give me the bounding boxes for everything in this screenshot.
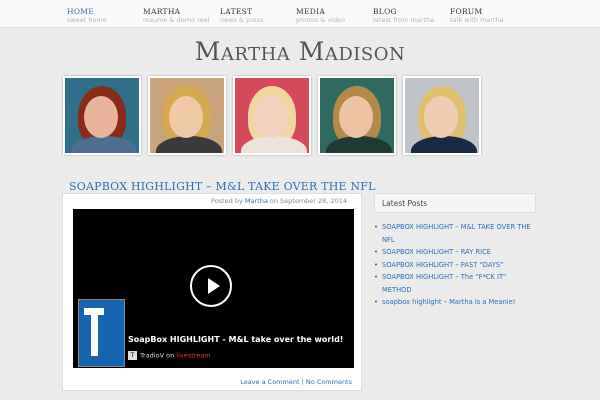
nav-forum-title: FORUM — [450, 7, 483, 16]
headshot-photo-4[interactable] — [318, 76, 396, 155]
photo-shoulders — [241, 136, 307, 153]
latest-post-item[interactable]: SOAPBOX HIGHLIGHT – RAY RICE — [374, 246, 536, 259]
photo-face — [254, 96, 288, 138]
nav-item-media[interactable]: MEDIA photos & video — [296, 7, 345, 24]
post-card: Posted by Martha on September 28, 2014 S… — [62, 193, 362, 391]
photo-face — [169, 96, 203, 138]
nav-home-title: HOME — [67, 7, 95, 16]
video-brand-on: on — [166, 351, 175, 360]
top-navigation: HOME sweet home MARTHA resume & demo ree… — [0, 0, 600, 28]
latest-posts-list: SOAPBOX HIGHLIGHT – M&L TAKE OVER THE NF… — [374, 221, 536, 309]
site-title[interactable]: Martha Madison — [0, 37, 600, 66]
photo-shoulders — [411, 136, 477, 153]
video-title: SoapBox HIGHLIGHT - M&L take over the wo… — [128, 335, 344, 344]
tv-icon: T — [128, 351, 137, 360]
post-title[interactable]: SOAPBOX HIGHLIGHT – M&L TAKE OVER THE NF… — [69, 180, 376, 193]
nav-blog-title: BLOG — [373, 7, 397, 16]
video-brand-name: TradioV — [140, 351, 165, 360]
photo-face — [84, 96, 118, 138]
nav-martha-subtitle: resume & demo reel — [143, 16, 210, 24]
nav-latest-subtitle: news & press — [220, 16, 264, 24]
nav-media-subtitle: photos & video — [296, 16, 346, 24]
photo-shoulders — [156, 136, 222, 153]
livestream-logo: livestream — [176, 351, 211, 360]
post-footer: Leave a Comment | No Comments — [240, 378, 352, 386]
nav-home-subtitle: sweet home — [67, 16, 107, 24]
headshot-photo-1[interactable] — [63, 76, 141, 155]
headshot-photo-5[interactable] — [403, 76, 481, 155]
latest-post-item[interactable]: soapbox highlight – Martha is a Meanie! — [374, 296, 536, 309]
nav-item-blog[interactable]: BLOG latest from martha — [373, 7, 434, 24]
logo-t-stem — [91, 314, 98, 356]
post-meta: Posted by Martha on September 28, 2014 — [211, 197, 347, 205]
headshot-photo-3[interactable] — [233, 76, 311, 155]
nav-item-home[interactable]: HOME sweet home — [67, 7, 107, 24]
latest-post-item[interactable]: SOAPBOX HIGHLIGHT – The “F*CK IT” METHOD — [374, 271, 536, 296]
nav-item-latest[interactable]: LATEST news & press — [220, 7, 263, 24]
play-button[interactable] — [190, 265, 232, 307]
post-author-link[interactable]: Martha — [245, 197, 268, 205]
video-brand: T TradioV on livestream — [128, 351, 211, 360]
nav-latest-title: LATEST — [220, 7, 253, 16]
comments-count-link[interactable]: No Comments — [306, 378, 352, 386]
nav-item-martha[interactable]: MARTHA resume & demo reel — [143, 7, 209, 24]
play-icon — [208, 278, 220, 294]
post-date: on September 28, 2014 — [269, 197, 347, 205]
nav-martha-title: MARTHA — [143, 7, 181, 16]
headshot-photo-2[interactable] — [148, 76, 226, 155]
latest-post-item[interactable]: SOAPBOX HIGHLIGHT – M&L TAKE OVER THE NF… — [374, 221, 536, 246]
footer-separator: | — [301, 378, 304, 386]
leave-comment-link[interactable]: Leave a Comment — [240, 378, 299, 386]
video-player[interactable]: SoapBox HIGHLIGHT - M&L take over the wo… — [73, 209, 354, 368]
nav-forum-subtitle: talk with martha — [450, 16, 504, 24]
photo-face — [339, 96, 373, 138]
nav-blog-subtitle: latest from martha — [373, 16, 435, 24]
post-meta-prefix: Posted by — [211, 197, 243, 205]
photo-shoulders — [326, 136, 392, 153]
photo-shoulders — [71, 136, 137, 153]
photo-face — [424, 96, 458, 138]
nav-media-title: MEDIA — [296, 7, 326, 16]
sidebar: Latest Posts SOAPBOX HIGHLIGHT – M&L TAK… — [374, 193, 536, 309]
tradiov-logo — [78, 299, 125, 367]
latest-posts-heading: Latest Posts — [374, 193, 536, 213]
nav-item-forum[interactable]: FORUM talk with martha — [450, 7, 504, 24]
latest-post-item[interactable]: SOAPBOX HIGHLIGHT – PAST “DAYS” — [374, 259, 536, 272]
